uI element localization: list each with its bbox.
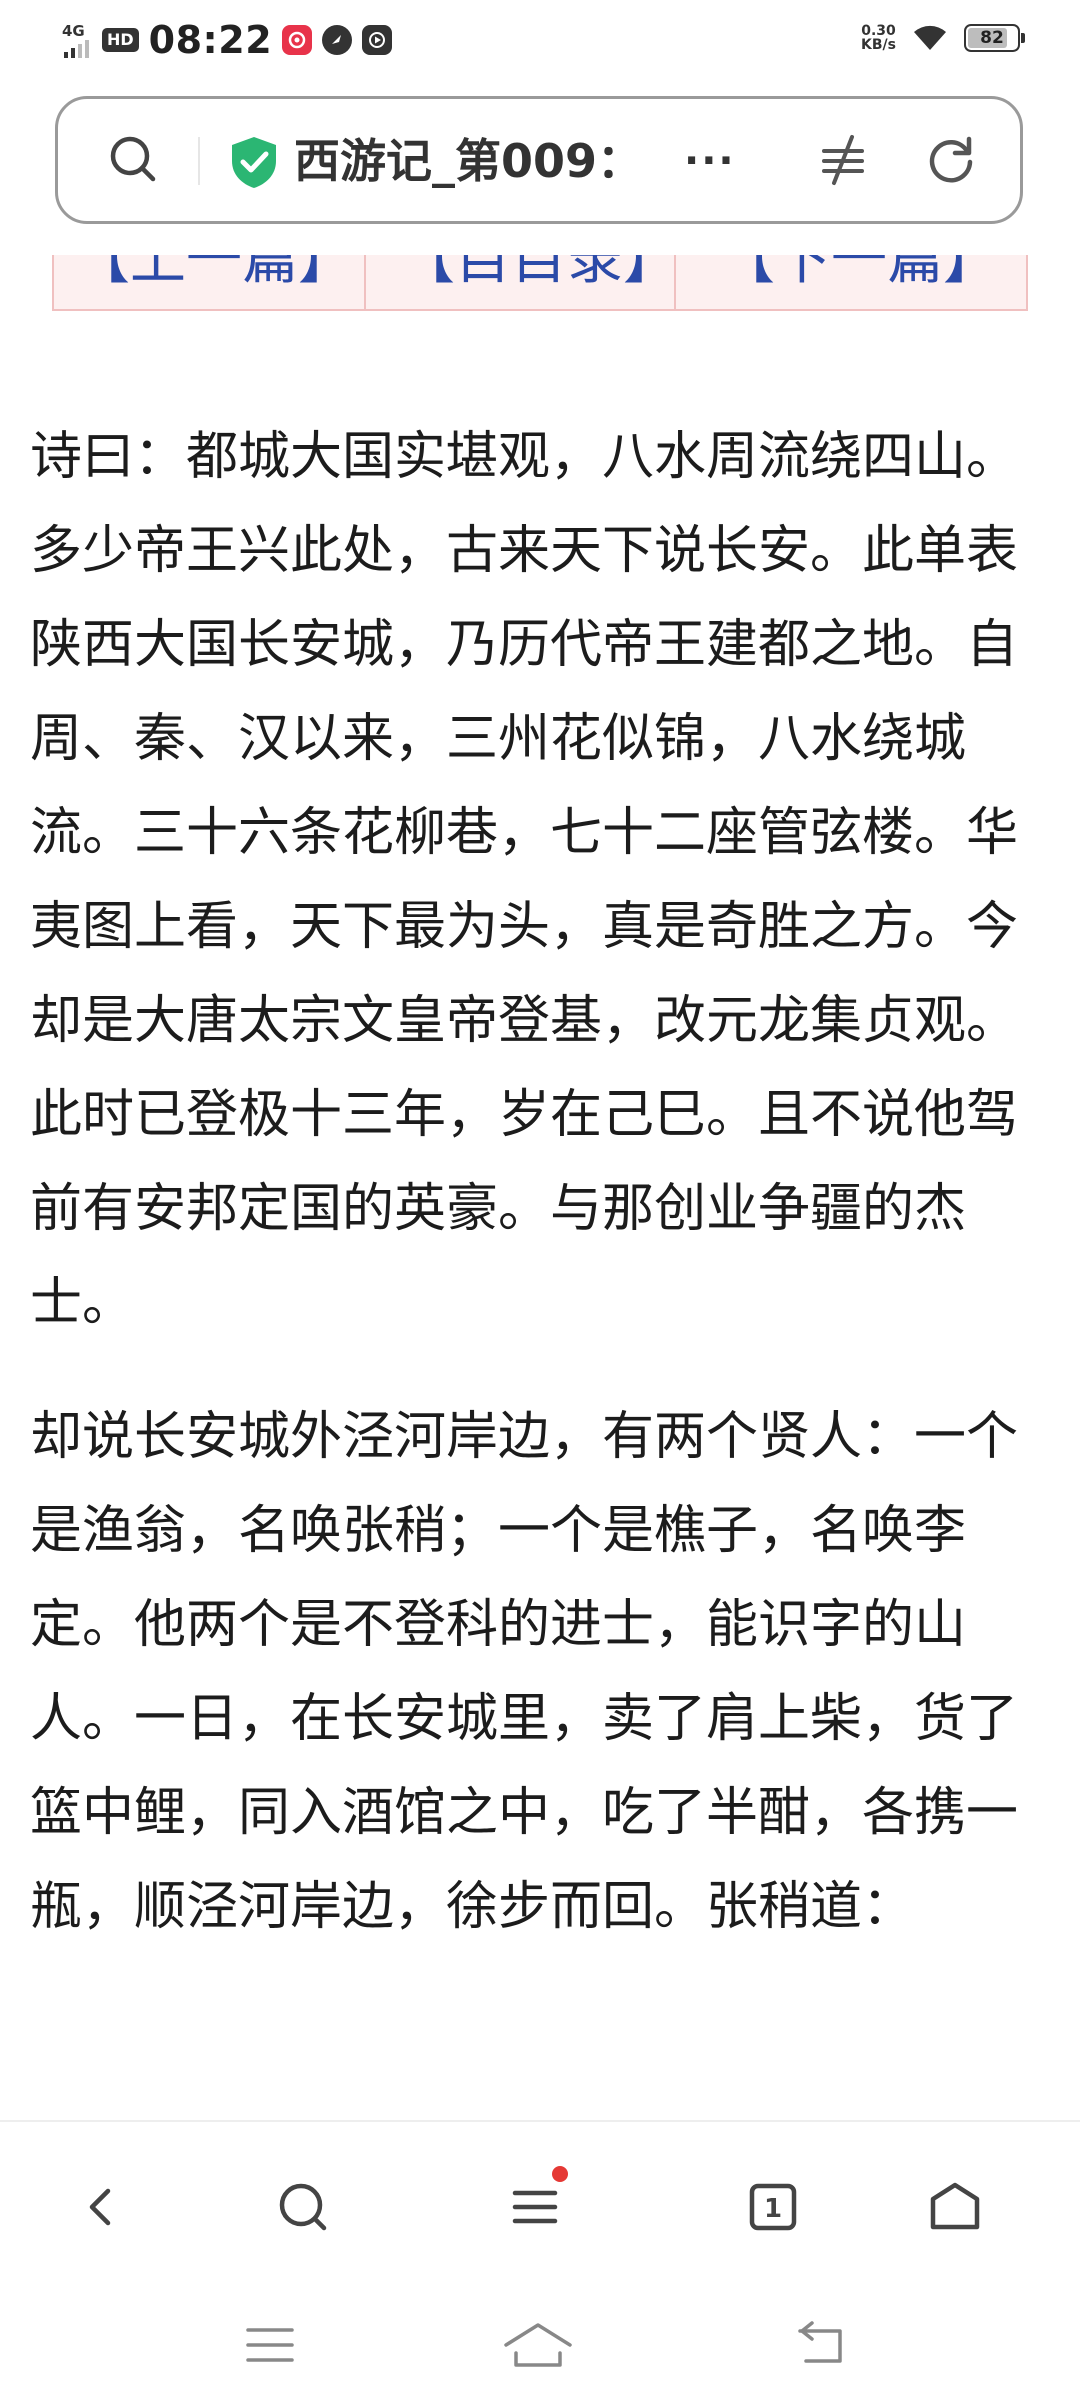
back-icon [89, 2188, 111, 2226]
search-button[interactable] [258, 2162, 348, 2252]
tabs-icon: 1 [749, 2183, 797, 2231]
home-button[interactable] [910, 2162, 1000, 2252]
app-notification-icon [282, 25, 313, 55]
search-icon [279, 2183, 327, 2231]
address-bar[interactable]: 西游记_第009： ··· [55, 96, 1023, 224]
prev-chapter-link[interactable]: 【上一篇】 [59, 255, 369, 305]
tabs-button[interactable]: 1 [728, 2162, 818, 2252]
filter-icon[interactable] [812, 129, 874, 191]
title-overflow: ··· [684, 138, 736, 184]
notification-dot [552, 2166, 568, 2182]
wifi-icon [914, 25, 946, 50]
network-speed: 0.30 KB/s [861, 24, 896, 52]
refresh-icon[interactable] [920, 129, 982, 191]
hd-badge: HD [102, 28, 139, 52]
speed-unit: KB/s [861, 37, 896, 53]
signal-icon: 4G [62, 20, 92, 60]
system-home-button[interactable] [488, 2310, 588, 2380]
battery-icon: 82 [964, 24, 1025, 52]
recents-button[interactable] [220, 2310, 320, 2380]
app-play-icon [362, 25, 393, 55]
status-bar-left: 4G HD 08:22 [62, 18, 393, 62]
article-paragraph-1: 诗曰：都城大国实堪观，八水周流绕四山。多少帝王兴此处，古来天下说长安。此单表陕西… [30, 427, 1019, 1333]
network-type: 4G [62, 22, 85, 40]
clock: 08:22 [148, 18, 273, 62]
speed-value: 0.30 [861, 23, 896, 39]
bottom-toolbar: 1 [0, 2120, 1080, 2284]
address-divider [198, 137, 200, 185]
system-nav-bar [0, 2282, 1080, 2408]
status-bar: 4G HD 08:22 0.30 KB/s 82 [0, 0, 1080, 82]
page-title[interactable]: 西游记_第009： [294, 129, 643, 193]
toc-link[interactable]: 【目目录】 [384, 255, 694, 305]
recents-icon [246, 2328, 294, 2362]
home-icon [930, 2182, 980, 2230]
article-body: 诗曰：都城大国实堪观，八水周流绕四山。多少帝王兴此处，古来天下说长安。此单表陕西… [30, 410, 1050, 1954]
search-icon[interactable] [103, 129, 165, 191]
tabs-count: 1 [764, 2194, 782, 2224]
back-icon [798, 2321, 842, 2363]
menu-icon [512, 2190, 558, 2224]
home-icon [504, 2323, 572, 2367]
menu-button[interactable] [490, 2162, 580, 2252]
shield-check-icon[interactable] [228, 134, 280, 190]
article-paragraph-2: 却说长安城外泾河岸边，有两个贤人：一个是渔翁，名唤张稍；一个是樵子，名唤李定。他… [30, 1407, 1019, 1937]
app-circle-icon [322, 25, 353, 55]
system-back-button[interactable] [772, 2310, 872, 2380]
next-chapter-link[interactable]: 【下一篇】 [704, 255, 1014, 305]
chapter-nav-top: 【上一篇】 【目目录】 【下一篇】 [52, 255, 1028, 311]
back-button[interactable] [57, 2162, 147, 2252]
battery-level: 82 [980, 28, 1004, 48]
status-bar-right: 0.30 KB/s 82 [861, 22, 1025, 54]
